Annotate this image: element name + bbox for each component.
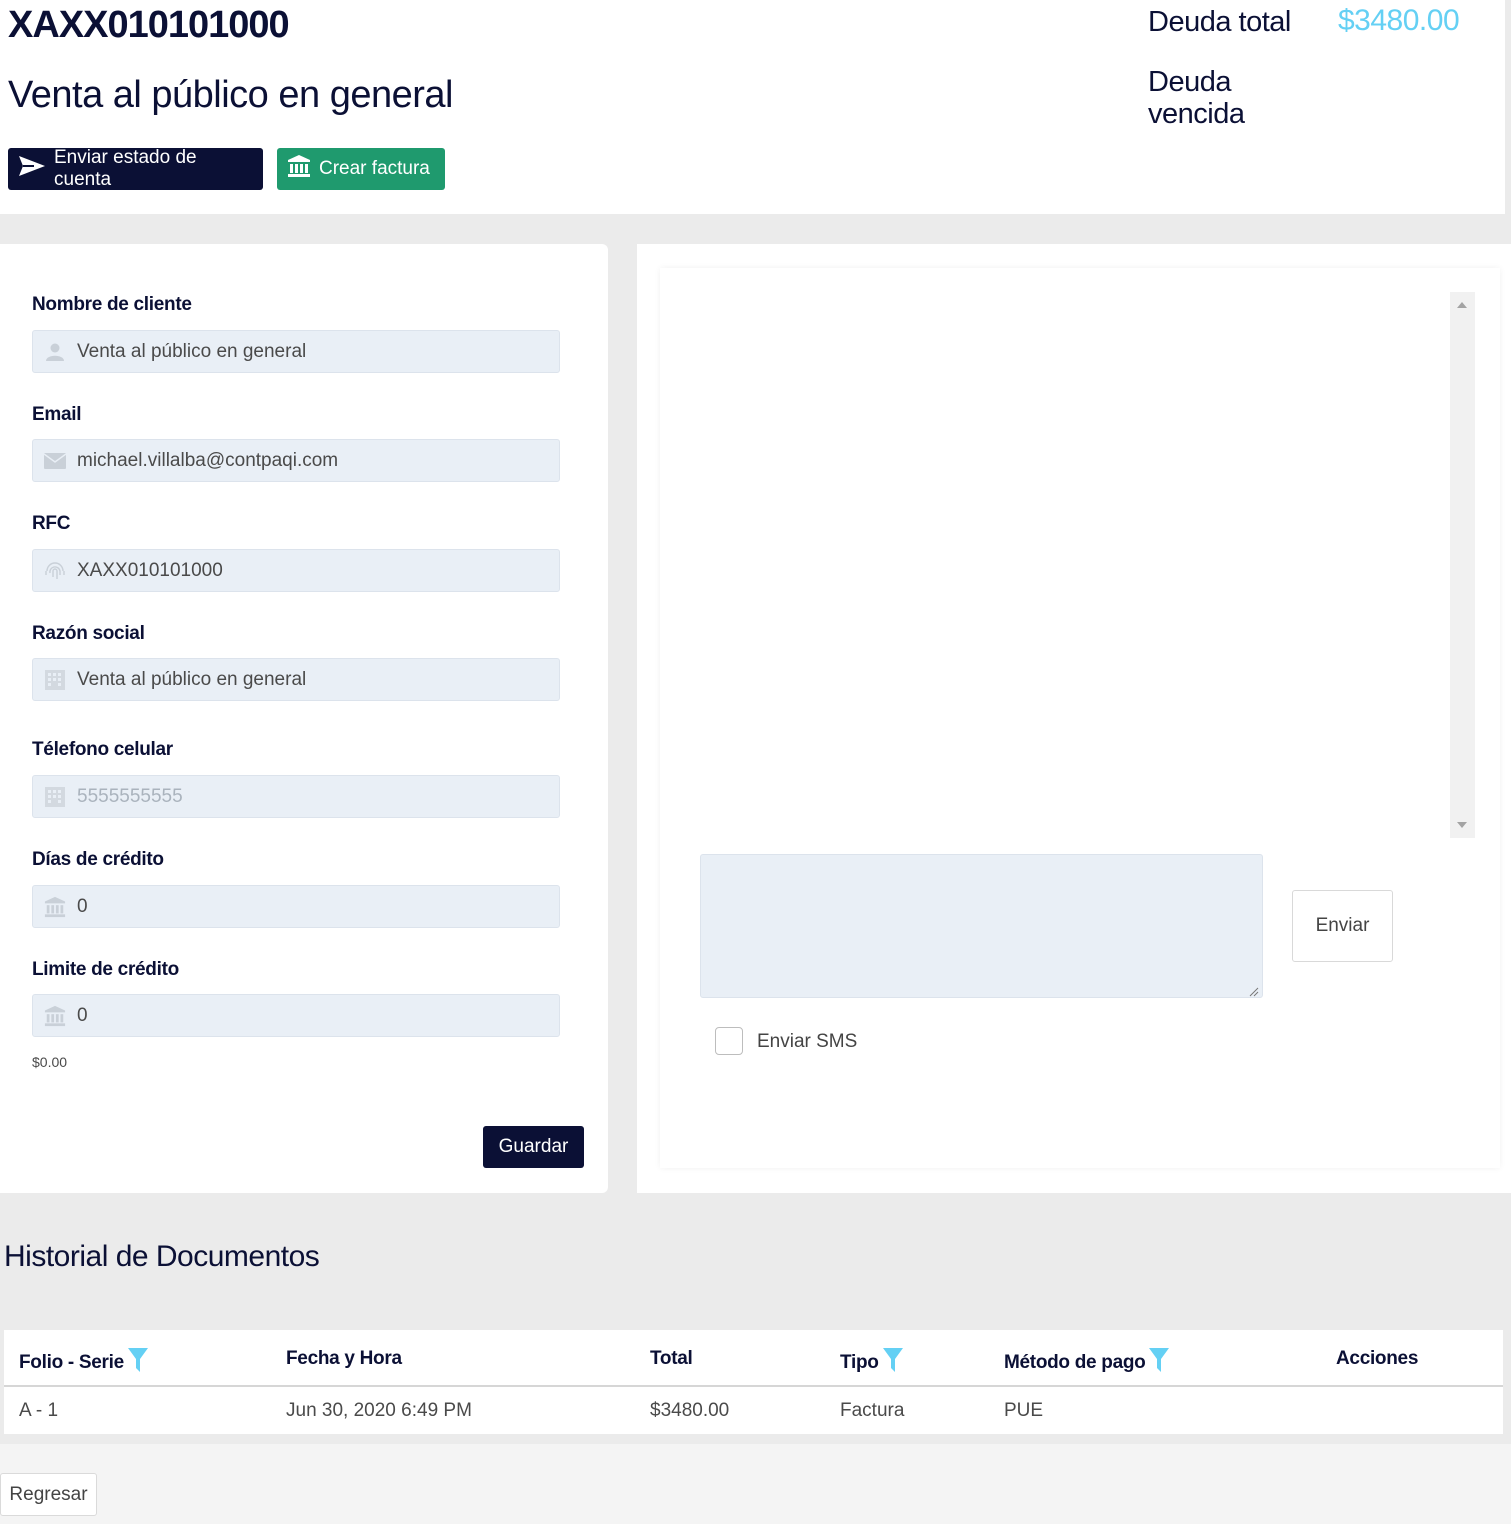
rfc-value: XAXX010101000	[77, 559, 223, 581]
debt-total-label: Deuda total	[1148, 6, 1291, 38]
page-footer	[0, 1444, 1511, 1524]
credit-days-field[interactable]: 0	[32, 885, 560, 928]
email-label: Email	[32, 404, 82, 425]
cell-fecha: Jun 30, 2020 6:49 PM	[286, 1400, 472, 1421]
credit-limit-hint: $0.00	[32, 1054, 68, 1070]
send-sms-label: Enviar SMS	[757, 1031, 858, 1052]
back-button[interactable]: Regresar	[0, 1473, 97, 1516]
email-field[interactable]: michael.villalba@contpaqi.com	[32, 439, 560, 482]
phone-label: Télefono celular	[32, 739, 173, 760]
cell-total: $3480.00	[650, 1400, 730, 1421]
column-header-fecha: Fecha y Hora	[286, 1348, 402, 1369]
column-header-label: Tipo	[840, 1352, 879, 1373]
send-statement-label: Enviar estado de cuenta	[54, 147, 197, 190]
credit-days-value: 0	[77, 895, 88, 917]
page-header: XAXX010101000 Venta al público en genera…	[0, 0, 1505, 214]
column-header-label: Método de pago	[1004, 1352, 1146, 1373]
cell-metodo: PUE	[1004, 1400, 1044, 1421]
rfc-label: RFC	[32, 513, 71, 534]
send-sms-checkbox[interactable]	[715, 1027, 743, 1055]
building-icon	[43, 668, 67, 692]
client-name-label: Nombre de cliente	[32, 294, 192, 315]
credit-limit-label: Limite de crédito	[32, 959, 179, 980]
bank-icon	[43, 895, 67, 919]
filter-icon[interactable]	[882, 1348, 903, 1378]
business-name-field[interactable]: Venta al público en general	[32, 658, 560, 701]
column-header-tipo: Tipo	[840, 1348, 903, 1378]
column-header-metodo: Método de pago	[1004, 1348, 1170, 1378]
send-statement-button[interactable]: Enviar estado de cuenta	[8, 147, 263, 190]
client-name-value: Venta al público en general	[77, 340, 307, 362]
debt-overdue-label: Deuda vencida	[1148, 66, 1245, 130]
credit-days-label: Días de crédito	[32, 849, 164, 870]
client-form-card	[0, 244, 608, 1193]
business-name-label: Razón social	[32, 623, 145, 644]
building-icon	[43, 785, 67, 809]
column-header-total: Total	[650, 1348, 693, 1369]
business-name-value: Venta al público en general	[77, 668, 307, 690]
credit-limit-value: 0	[77, 1004, 88, 1026]
column-header-label: Folio - Serie	[19, 1352, 124, 1373]
cell-tipo: Factura	[840, 1400, 905, 1421]
phone-field[interactable]: 5555555555	[32, 775, 560, 818]
message-textarea[interactable]	[700, 854, 1263, 998]
client-name-field[interactable]: Venta al público en general	[32, 330, 560, 373]
cell-folio: A - 1	[19, 1400, 59, 1421]
email-value: michael.villalba@contpaqi.com	[77, 449, 339, 471]
debt-total-value: $3480.00	[1338, 4, 1460, 37]
rfc-field[interactable]: XAXX010101000	[32, 549, 560, 592]
table-header-divider	[4, 1385, 1503, 1387]
filter-icon[interactable]	[127, 1348, 148, 1378]
paper-plane-icon	[18, 155, 46, 183]
history-title: Historial de Documentos	[4, 1240, 320, 1273]
header-client-name: Venta al público en general	[8, 74, 453, 116]
column-header-folio: Folio - Serie	[19, 1348, 148, 1378]
credit-limit-field[interactable]: 0	[32, 994, 560, 1037]
messages-scrollbar[interactable]	[1450, 292, 1475, 838]
fingerprint-icon	[43, 559, 67, 583]
resize-grip-icon[interactable]	[1249, 984, 1259, 997]
send-message-button[interactable]: Enviar	[1292, 890, 1393, 962]
scroll-down-arrow-icon[interactable]	[1457, 822, 1467, 828]
filter-icon[interactable]	[1149, 1348, 1170, 1378]
create-invoice-label: Crear factura	[319, 158, 430, 179]
phone-placeholder: 5555555555	[77, 785, 183, 807]
user-icon	[43, 340, 67, 364]
envelope-icon	[43, 449, 67, 473]
scroll-up-arrow-icon[interactable]	[1457, 302, 1467, 308]
bank-icon	[287, 154, 311, 184]
column-header-acciones: Acciones	[1336, 1348, 1419, 1369]
history-table: Folio - Serie Fecha y Hora Total Tipo Mé…	[4, 1330, 1503, 1434]
bank-icon	[43, 1004, 67, 1028]
save-button[interactable]: Guardar	[483, 1126, 584, 1168]
header-rfc: XAXX010101000	[8, 4, 290, 46]
create-invoice-button[interactable]: Crear factura	[277, 148, 445, 190]
